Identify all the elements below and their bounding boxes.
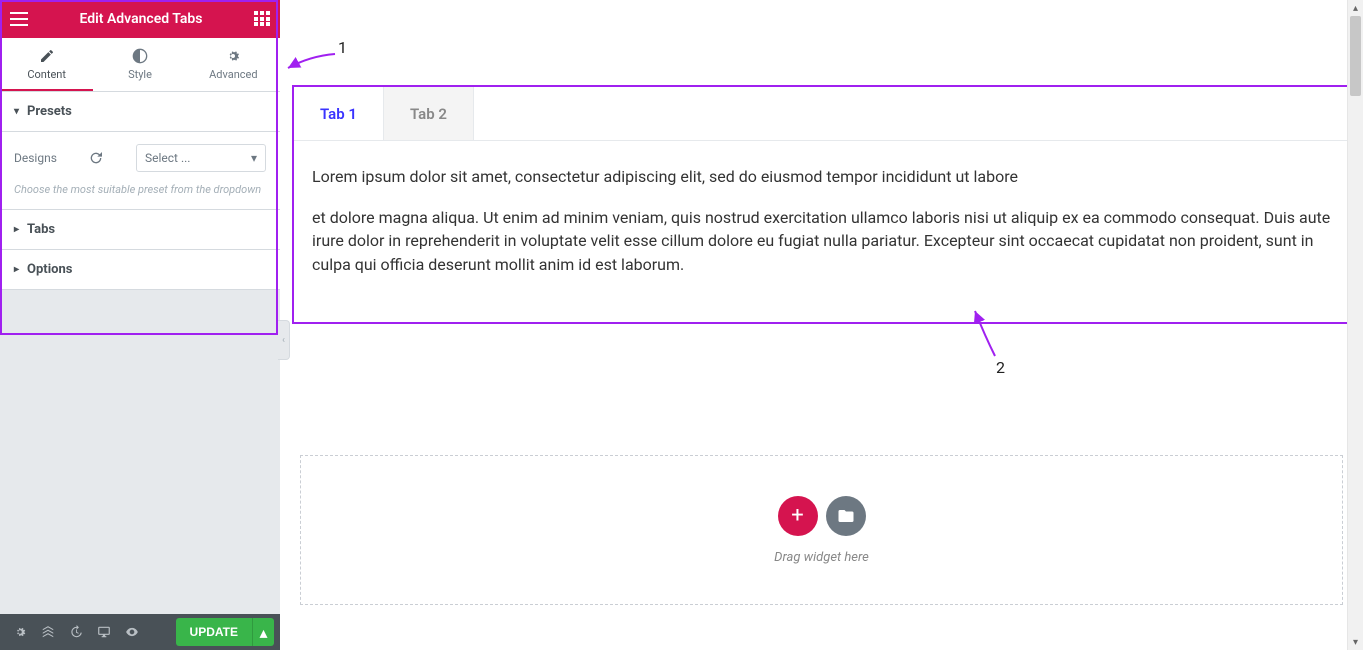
template-library-button[interactable] [826,496,866,536]
section-presets-header[interactable]: ▾ Presets [0,92,280,132]
widget-tab-strip: Tab 1 Tab 2 [294,87,1351,141]
panel-footer: UPDATE ▴ [0,614,280,650]
add-section-button[interactable]: + [778,496,818,536]
dropzone-buttons: + [778,496,866,536]
widget-tab-1[interactable]: Tab 1 [294,87,384,140]
preview-icon[interactable] [118,618,146,646]
section-options-header[interactable]: ▸ Options [0,250,280,290]
editor-panel: Edit Advanced Tabs Content Style Advance… [0,0,280,650]
tab-advanced[interactable]: Advanced [187,38,280,91]
widget-tab-1-label: Tab 1 [320,105,357,123]
tab-style-label: Style [128,68,152,81]
dropzone-text: Drag widget here [774,550,869,565]
responsive-icon[interactable] [90,618,118,646]
plus-icon: + [791,503,803,528]
chevron-right-icon: ▸ [14,264,19,275]
chevron-down-icon: ▾ [251,151,257,165]
content-paragraph-2: et dolore magna aliqua. Ut enim ad minim… [312,206,1333,276]
settings-icon[interactable] [6,618,34,646]
pencil-icon [39,48,55,64]
content-paragraph-1: Lorem ipsum dolor sit amet, consectetur … [312,165,1333,188]
designs-select-placeholder: Select ... [145,151,190,165]
scroll-down-icon[interactable]: ▾ [1348,634,1363,650]
refresh-icon[interactable] [88,150,104,166]
scroll-thumb[interactable] [1350,16,1361,96]
tab-content[interactable]: Content [0,38,93,91]
advanced-tabs-widget[interactable]: Tab 1 Tab 2 Lorem ipsum dolor sit amet, … [292,85,1353,324]
panel-header: Edit Advanced Tabs [0,0,280,38]
update-button[interactable]: UPDATE [176,618,252,646]
tab-advanced-label: Advanced [209,68,257,81]
panel-tabs: Content Style Advanced [0,38,280,92]
annotation-arrow-1 [280,46,340,76]
history-icon[interactable] [62,618,90,646]
panel-collapse-handle[interactable]: ‹ [278,320,290,360]
tab-style[interactable]: Style [93,38,186,91]
section-presets-body: Designs Select ... ▾ Choose the most sui… [0,132,280,210]
contrast-icon [132,48,148,64]
annotation-label-2: 2 [996,358,1005,377]
section-options-label: Options [27,262,72,277]
tab-content-label: Content [27,68,66,81]
update-options-button[interactable]: ▴ [252,618,274,646]
page-scrollbar[interactable]: ▴ ▾ [1347,0,1363,650]
panel-title: Edit Advanced Tabs [28,11,254,27]
widget-tab-2[interactable]: Tab 2 [384,87,474,140]
designs-select[interactable]: Select ... ▾ [136,144,266,172]
widgets-grid-icon[interactable] [254,11,270,27]
annotation-label-1: 1 [338,38,347,57]
designs-hint: Choose the most suitable preset from the… [14,182,266,197]
gear-icon [225,48,241,64]
widget-tab-content: Lorem ipsum dolor sit amet, consectetur … [294,141,1351,322]
navigator-icon[interactable] [34,618,62,646]
chevron-right-icon: ▸ [14,224,19,235]
chevron-down-icon: ▾ [14,106,19,117]
editor-canvas: 1 Tab 1 Tab 2 Lorem ipsum dolor sit amet… [280,0,1363,650]
section-tabs-label: Tabs [27,222,55,237]
menu-icon[interactable] [10,12,28,26]
section-presets-label: Presets [27,104,72,119]
update-button-label: UPDATE [190,625,238,639]
folder-icon [837,507,855,525]
widget-tab-2-label: Tab 2 [410,105,447,123]
scroll-up-icon[interactable]: ▴ [1348,0,1363,16]
add-section-dropzone[interactable]: + Drag widget here [300,455,1343,605]
section-tabs-header[interactable]: ▸ Tabs [0,210,280,250]
designs-label: Designs [14,151,57,165]
